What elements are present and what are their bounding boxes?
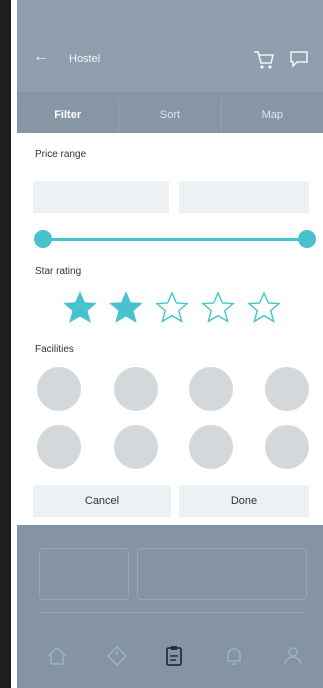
facility-option-1[interactable]	[37, 367, 81, 411]
price-range-label: Price range	[35, 149, 87, 160]
tab-filter[interactable]: Filter	[17, 97, 120, 133]
facilities-label: Facilities	[35, 344, 74, 355]
home-icon[interactable]	[45, 644, 69, 668]
tab-map[interactable]: Map	[222, 97, 323, 133]
facility-option-5[interactable]	[37, 425, 81, 469]
tag-icon[interactable]	[105, 644, 129, 668]
price-slider-min-handle[interactable]	[34, 230, 52, 248]
star-icon[interactable]	[247, 291, 281, 325]
facility-option-6[interactable]	[114, 425, 158, 469]
tab-bar: Filter Sort Map	[17, 97, 323, 133]
clipboard-icon[interactable]	[162, 644, 186, 668]
price-min-field[interactable]	[33, 181, 169, 213]
app-bar: ← Hostel	[17, 0, 323, 92]
facility-option-8[interactable]	[265, 425, 309, 469]
chat-icon[interactable]	[289, 50, 309, 68]
facility-option-7[interactable]	[189, 425, 233, 469]
price-max-field[interactable]	[179, 181, 309, 213]
facility-option-3[interactable]	[189, 367, 233, 411]
profile-icon[interactable]	[281, 644, 305, 668]
back-arrow-icon[interactable]: ←	[33, 48, 49, 66]
bottom-nav	[17, 628, 323, 688]
bell-icon[interactable]	[222, 644, 246, 668]
done-button[interactable]: Done	[179, 485, 309, 517]
background-card	[137, 548, 307, 600]
page-title: Hostel	[69, 53, 101, 65]
star-icon[interactable]	[201, 291, 235, 325]
tab-sort[interactable]: Sort	[119, 97, 222, 133]
star-rating-label: Star rating	[35, 266, 82, 277]
facility-option-4[interactable]	[265, 367, 309, 411]
star-icon[interactable]	[63, 291, 97, 325]
star-icon[interactable]	[155, 291, 189, 325]
facility-option-2[interactable]	[114, 367, 158, 411]
cart-icon[interactable]	[253, 50, 275, 70]
left-panel-edge	[0, 0, 11, 688]
star-icon[interactable]	[109, 291, 143, 325]
cancel-button[interactable]: Cancel	[33, 485, 171, 517]
price-slider-track[interactable]	[43, 238, 311, 241]
price-slider-max-handle[interactable]	[298, 230, 316, 248]
phone-screen: ← Hostel Filter Sort Map Price range Sta…	[17, 0, 323, 688]
divider	[39, 612, 305, 613]
background-card	[39, 548, 129, 600]
filter-sheet: Price range Star rating Facilities Cance…	[17, 133, 323, 525]
